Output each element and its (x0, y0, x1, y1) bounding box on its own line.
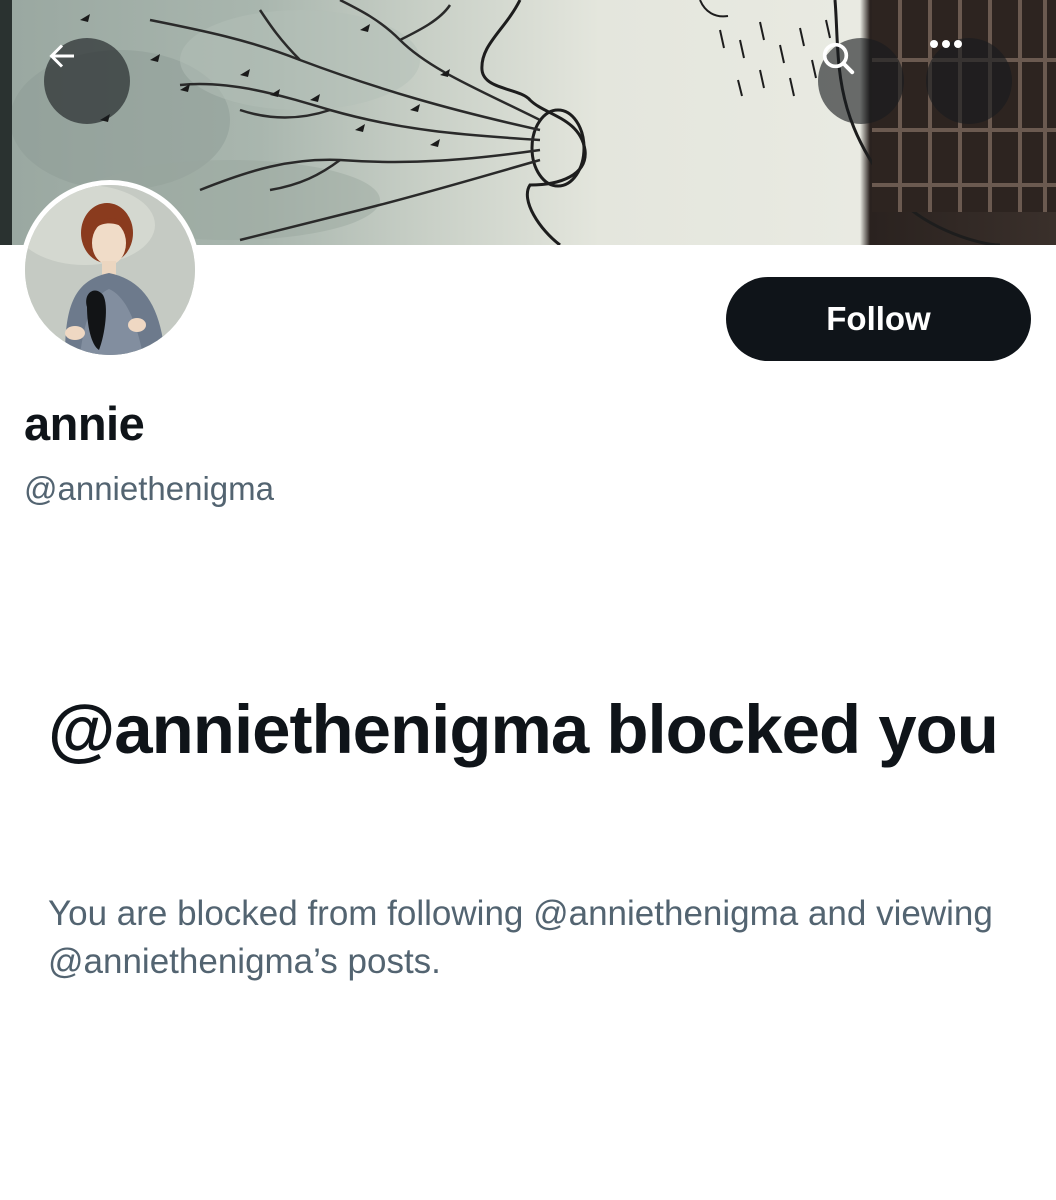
profile-handle: @anniethenigma (24, 470, 274, 507)
blocked-description: You are blocked from following @anniethe… (48, 894, 993, 981)
follow-button-label: Follow (826, 300, 931, 337)
avatar-image (25, 185, 195, 355)
search-button[interactable] (818, 38, 904, 124)
blocked-title: @anniethenigma blocked you (48, 691, 999, 768)
back-button[interactable] (44, 38, 130, 124)
more-options-button[interactable] (926, 38, 1012, 124)
profile-display-name: annie (24, 397, 145, 450)
search-icon (822, 42, 855, 75)
arrow-left-icon (49, 44, 74, 68)
profile-avatar[interactable] (20, 180, 200, 360)
follow-button[interactable]: Follow (726, 277, 1031, 361)
more-horizontal-icon (930, 40, 962, 48)
